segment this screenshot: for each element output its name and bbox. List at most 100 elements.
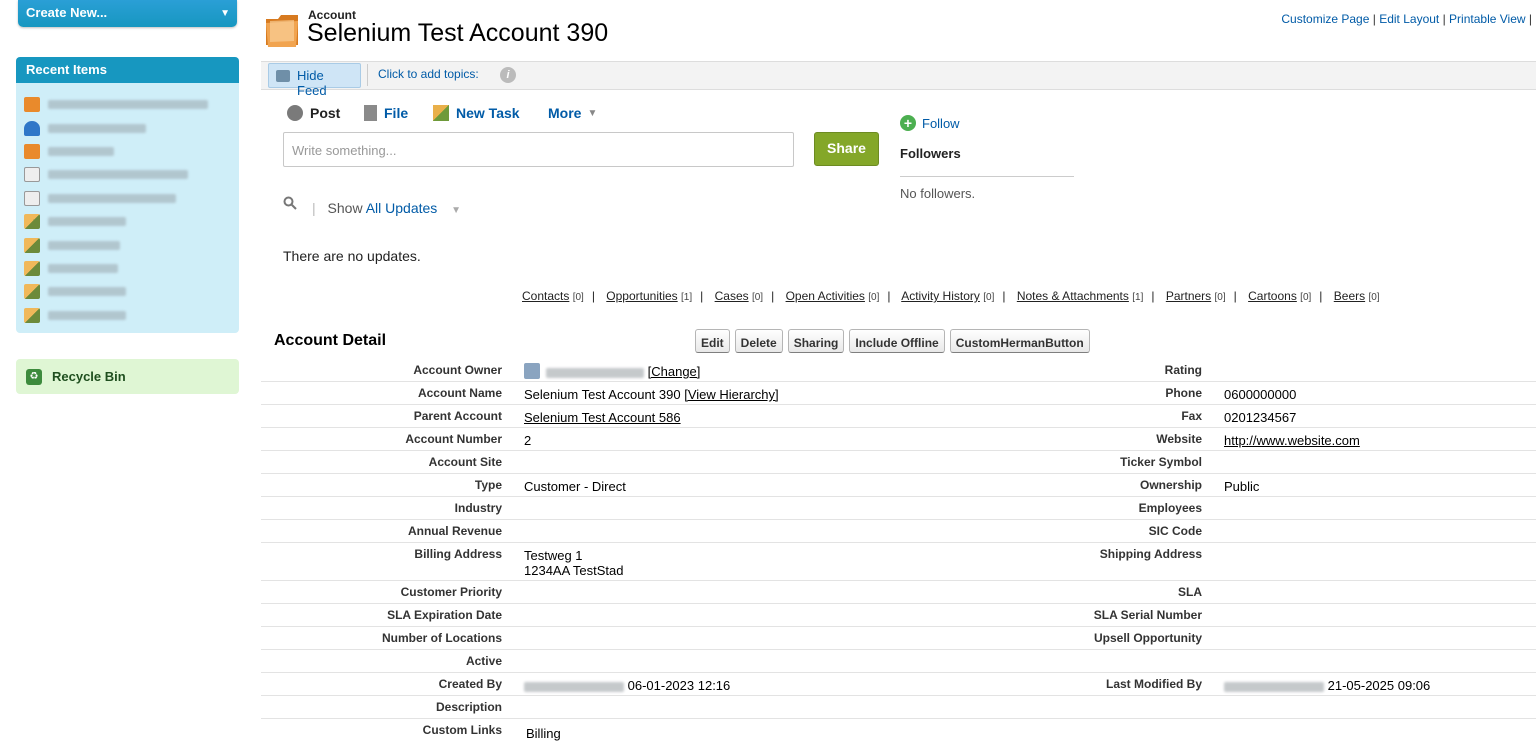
related-link-open-activities[interactable]: Open Activities xyxy=(786,289,865,303)
printable-view-link[interactable]: Printable View xyxy=(1449,12,1526,26)
related-count: [1] xyxy=(681,292,693,303)
file-icon xyxy=(364,105,377,121)
account-name-value: Selenium Test Account 390 xyxy=(524,387,681,402)
related-link-opportunities[interactable]: Opportunities xyxy=(606,289,677,303)
table-row: Account Name Selenium Test Account 390 [… xyxy=(261,382,1536,405)
creator-name-redacted[interactable] xyxy=(524,681,624,692)
publisher-tab-new-task[interactable]: New Task xyxy=(433,105,520,121)
website-link[interactable]: http://www.website.com xyxy=(1224,433,1360,448)
account-folder-icon xyxy=(266,15,298,47)
table-row: Custom Links Billing xyxy=(261,719,1536,742)
search-icon[interactable] xyxy=(283,196,297,210)
type-value: Customer - Direct xyxy=(524,479,626,494)
post-label: Post xyxy=(310,105,341,121)
fax-value: 0201234567 xyxy=(1224,410,1297,425)
follow-link[interactable]: + Follow xyxy=(900,115,960,131)
modifier-name-redacted[interactable] xyxy=(1224,681,1324,692)
custom-herman-button[interactable]: CustomHermanButton xyxy=(949,329,1090,353)
owner-name-redacted[interactable] xyxy=(546,367,644,378)
related-link-partners[interactable]: Partners xyxy=(1166,289,1211,303)
include-offline-button[interactable]: Include Offline xyxy=(849,329,945,353)
recent-item[interactable] xyxy=(24,187,239,210)
field-label: Account Owner xyxy=(413,363,502,377)
related-count: [0] xyxy=(983,292,995,303)
edit-layout-link[interactable]: Edit Layout xyxy=(1379,12,1439,26)
related-link-cases[interactable]: Cases xyxy=(715,289,749,303)
field-label: SLA xyxy=(1178,585,1202,599)
field-label: Custom Links xyxy=(422,723,502,737)
recent-item-label-redacted[interactable] xyxy=(48,193,176,203)
change-owner-link[interactable]: [Change] xyxy=(648,364,701,379)
edit-button[interactable]: Edit xyxy=(695,329,730,353)
page-links: Customize Page | Edit Layout | Printable… xyxy=(1281,12,1532,26)
field-label: Fax xyxy=(1181,409,1202,423)
field-label: SLA Expiration Date xyxy=(387,608,502,622)
field-value: Selenium Test Account 586 xyxy=(524,410,681,425)
pencil-icon xyxy=(24,260,40,276)
recent-item-label-redacted[interactable] xyxy=(48,217,126,227)
table-row: Annual Revenue SIC Code xyxy=(261,520,1536,543)
related-count: [0] xyxy=(751,292,764,303)
chat-bubble-icon xyxy=(287,105,303,121)
create-new-button[interactable]: Create New... ▼ xyxy=(18,0,237,27)
related-link-activity-history[interactable]: Activity History xyxy=(901,289,980,303)
recent-item[interactable] xyxy=(24,233,239,256)
recent-item-label-redacted[interactable] xyxy=(48,123,146,133)
document-icon xyxy=(24,167,40,183)
recent-item[interactable] xyxy=(24,210,239,233)
recent-item[interactable] xyxy=(24,140,239,163)
recent-item[interactable] xyxy=(24,93,239,116)
related-link-cartoons[interactable]: Cartoons xyxy=(1248,289,1297,303)
post-input[interactable]: Write something... xyxy=(283,132,794,167)
pencil-icon xyxy=(24,307,40,323)
publisher-tab-file[interactable]: File xyxy=(364,105,408,121)
related-link-contacts[interactable]: Contacts xyxy=(522,289,569,303)
delete-button[interactable]: Delete xyxy=(734,329,783,353)
recent-item[interactable] xyxy=(24,116,239,139)
section-title: Account Detail xyxy=(274,332,387,349)
parent-account-link[interactable]: Selenium Test Account 586 xyxy=(524,410,681,425)
related-link-beers[interactable]: Beers xyxy=(1334,289,1365,303)
sharing-button[interactable]: Sharing xyxy=(787,329,845,353)
recent-item-label-redacted[interactable] xyxy=(48,310,126,320)
hide-feed-button[interactable]: Hide Feed xyxy=(268,63,361,98)
pencil-icon xyxy=(24,237,40,253)
recent-item-label-redacted[interactable] xyxy=(48,240,120,250)
recent-item-label-redacted[interactable] xyxy=(48,263,118,273)
field-value: Selenium Test Account 390 [View Hierarch… xyxy=(524,387,779,402)
field-label: Ownership xyxy=(1139,478,1202,492)
created-date: 06-01-2023 12:16 xyxy=(627,678,731,693)
field-label: Last Modified By xyxy=(1105,677,1202,691)
recent-item[interactable] xyxy=(24,163,239,186)
recycle-bin-link[interactable]: ♻ Recycle Bin xyxy=(16,359,239,394)
created-by-value: 06-01-2023 12:16 xyxy=(524,678,730,693)
field-label: Active xyxy=(465,654,502,668)
field-label: Rating xyxy=(1164,363,1202,377)
no-updates-text: There are no updates. xyxy=(283,248,421,264)
recent-item-label-redacted[interactable] xyxy=(48,146,114,156)
customize-page-link[interactable]: Customize Page xyxy=(1281,12,1369,26)
recent-item[interactable] xyxy=(24,257,239,280)
recent-item[interactable] xyxy=(24,304,239,327)
related-count: [0] xyxy=(572,292,584,303)
file-label: File xyxy=(384,105,409,121)
feed-filter-dropdown[interactable]: All Updates xyxy=(366,200,438,216)
info-icon[interactable]: i xyxy=(500,67,516,83)
recent-item-label-redacted[interactable] xyxy=(48,170,188,180)
recent-item[interactable] xyxy=(24,280,239,303)
plus-icon: + xyxy=(900,115,916,131)
recent-item-label-redacted[interactable] xyxy=(48,100,208,110)
billing-custom-link[interactable]: Billing xyxy=(526,726,561,741)
chevron-down-icon[interactable]: ▼ xyxy=(451,205,461,216)
recent-item-label-redacted[interactable] xyxy=(48,287,126,297)
detail-button-row: Edit Delete Sharing Include Offline Cust… xyxy=(695,329,1090,353)
field-label: Description xyxy=(435,700,502,714)
view-hierarchy-link[interactable]: [View Hierarchy] xyxy=(684,387,778,402)
add-topics-link[interactable]: Click to add topics: xyxy=(378,67,479,81)
related-link-notes-attachments[interactable]: Notes & Attachments xyxy=(1017,289,1129,303)
divider xyxy=(900,176,1074,177)
publisher-tab-post[interactable]: Post xyxy=(287,105,340,121)
publisher-tab-more[interactable]: More ▼ xyxy=(548,105,597,121)
document-icon xyxy=(24,190,40,206)
share-button[interactable]: Share xyxy=(814,132,879,166)
